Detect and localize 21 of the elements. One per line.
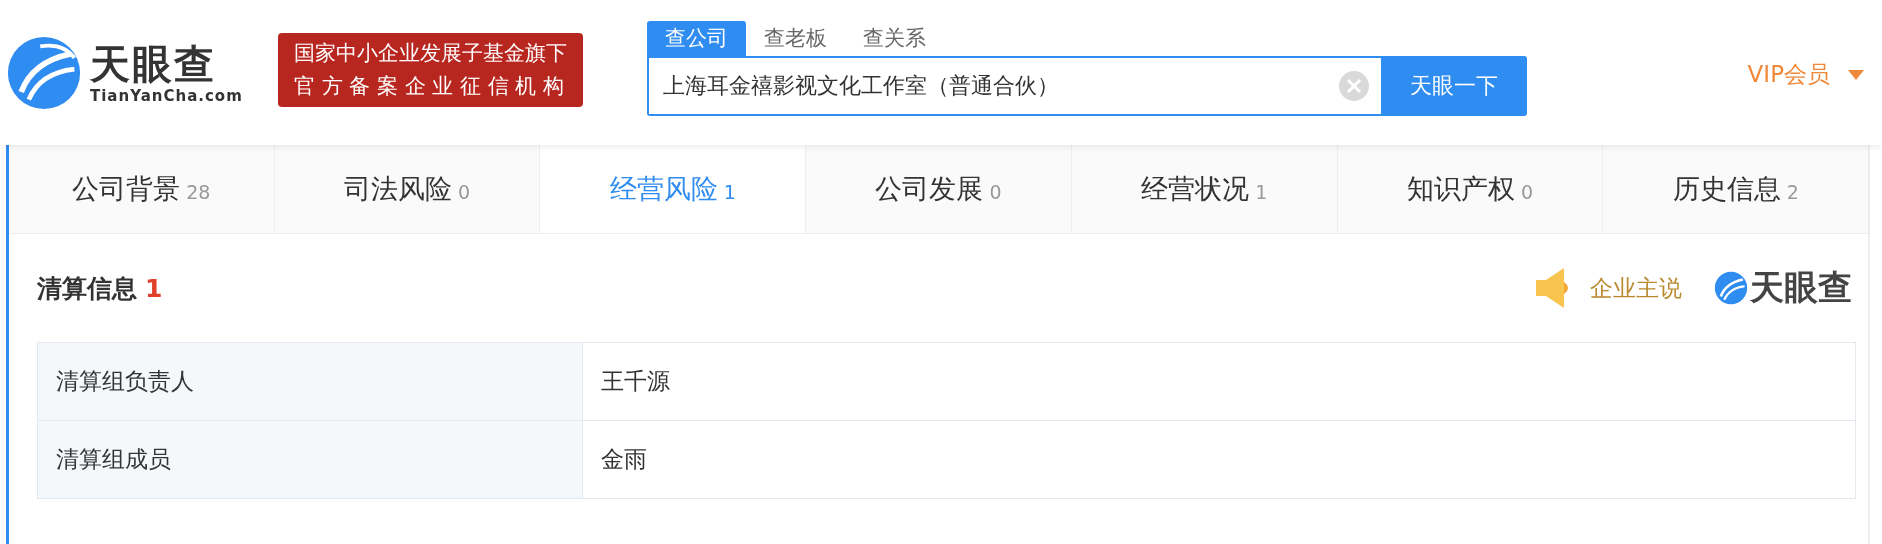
logo-name: 天眼查 [90,40,217,87]
clear-icon[interactable] [1339,71,1369,101]
certification-banner: 国家中小企业发展子基金旗下 官 方 备 案 企 业 征 信 机 构 [278,32,583,107]
table-cell: 清算组成员 [38,421,583,498]
brand-name: 天眼查 [1750,266,1852,309]
search-tab[interactable]: 查关系 [845,21,944,56]
logo-icon [1714,271,1748,305]
table-cell-text: 金雨 [600,445,648,474]
table-cell-text: 王千源 [600,367,671,396]
nav-tab[interactable]: 经营状况 1 [1071,145,1338,233]
nav-tab[interactable]: 知识产权 0 [1337,145,1604,233]
nav-tab[interactable]: 公司发展 0 [806,145,1072,233]
table-cell: 清算组负责人 [38,343,583,420]
search-tab[interactable]: 查老板 [746,21,845,56]
logo-icon [6,34,82,111]
nav-tab[interactable]: 历史信息 2 [1603,145,1869,233]
section-count: 1 [145,273,163,303]
nav-tab[interactable]: 公司背景 28 [9,145,275,233]
section-title: 清算信息 [37,273,137,303]
caret-icon[interactable] [1848,69,1864,80]
logo-domain: TianYanCha.com [90,86,243,105]
